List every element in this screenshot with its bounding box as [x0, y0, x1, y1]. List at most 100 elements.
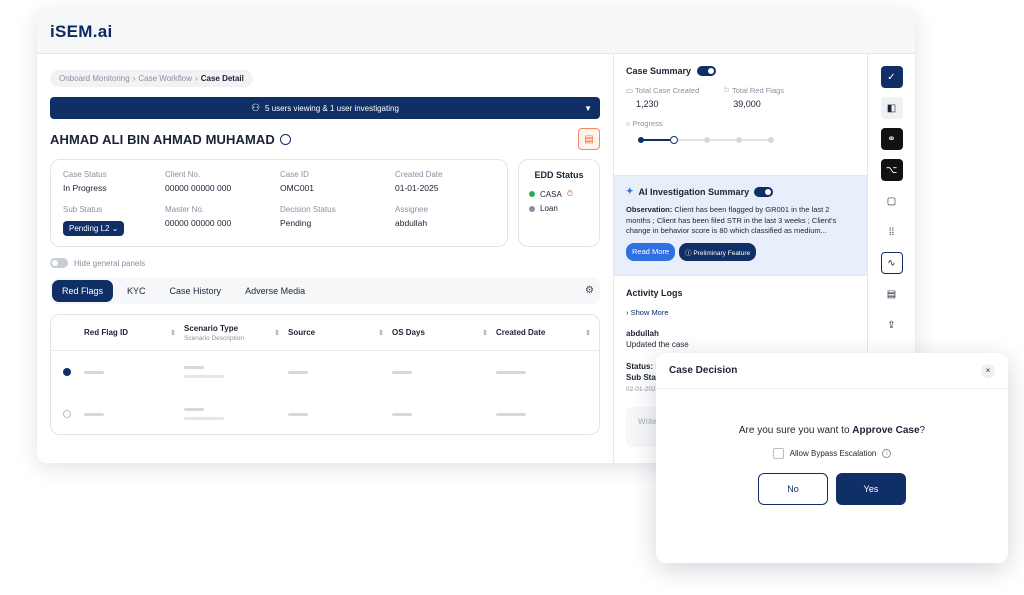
tab-red-flags[interactable]: Red Flags [52, 280, 114, 302]
client-no-field: Client No. 00000 00000 000 [165, 170, 232, 193]
status-dot-icon [529, 191, 535, 197]
top-bar: iSEM.ai [37, 10, 915, 54]
approve-check-icon[interactable]: ✓ [880, 66, 903, 88]
bypass-row: Allow Bypass Escalation i [656, 448, 1008, 459]
cell-placeholder [288, 370, 308, 374]
edd-item-casa: CASA ⏱ [529, 189, 589, 199]
viewers-text: 5 users viewing & 1 user investigating [265, 103, 399, 113]
sort-icon[interactable]: ⇕ [585, 329, 591, 337]
comment-icon[interactable]: ▢ [881, 190, 903, 212]
timer-icon: ⏱ [566, 189, 574, 198]
bypass-label: Allow Bypass Escalation [789, 449, 877, 458]
activity-desc: Updated the case [626, 340, 689, 349]
ai-summary-panel: ✦ AI Investigation Summary Observation: C… [614, 176, 867, 276]
red-flags-table: Red Flag ID ⇕ Scenario Type Scenario Descr… [50, 314, 600, 435]
sort-icon[interactable]: ⇕ [482, 329, 488, 337]
cell-placeholder [184, 408, 288, 420]
modal-question: Are you sure you want to Approve Case? [738, 425, 926, 436]
hide-panels-label: Hide general panels [74, 258, 146, 268]
report-icon: ▤ [584, 133, 594, 145]
bypass-checkbox[interactable] [772, 448, 784, 459]
tab-adverse-media[interactable]: Adverse Media [235, 280, 315, 302]
case-status-field: Case Status In Progress [63, 170, 107, 193]
app-logo: iSEM.ai [50, 21, 113, 41]
sort-icon[interactable]: ⇕ [274, 329, 280, 337]
sparkle-icon: ✦ [626, 186, 634, 196]
progress-stepper [626, 136, 855, 144]
edd-status-card: EDD Status CASA ⏱ Loan [518, 159, 600, 247]
network-icon[interactable]: ⚭ [880, 128, 903, 150]
customer-name: AHMAD ALI BIN AHMAD MUHAMAD [50, 132, 291, 147]
flag-icon: ⚐ [723, 86, 730, 95]
hide-panels-toggle[interactable] [50, 258, 68, 268]
grid-icon[interactable]: ⁞⁞ [881, 221, 903, 243]
cell-placeholder [392, 412, 412, 416]
main-panel: Onboard Monitoring › Case Workflow › Cas… [37, 54, 613, 463]
share-icon[interactable]: ⇪ [881, 314, 903, 336]
modal-title: Case Decision [669, 365, 738, 376]
breadcrumb-item[interactable]: Case Workflow [138, 74, 192, 83]
sub-status-field: Sub Status Pending L2 ⌄ [63, 205, 165, 236]
tab-kyc[interactable]: KYC [117, 280, 156, 302]
case-info-card: Case Status In Progress Client No. 00000 0… [50, 159, 508, 247]
document-icon[interactable]: ◧ [880, 97, 903, 119]
sort-icon[interactable]: ⇕ [378, 329, 384, 337]
row-radio[interactable] [63, 368, 71, 376]
case-summary: Case Summary ▭ Total Case Created 1,230 ⚐… [614, 54, 867, 176]
cell-placeholder [184, 366, 288, 378]
breadcrumb-current: Case Detail [200, 74, 244, 83]
created-date-field: Created Date 01-01-2025 [395, 170, 443, 193]
ai-observation: Observation: Client has been flagged by … [626, 205, 837, 235]
report-icon[interactable]: ▤ [881, 283, 903, 305]
case-decision-modal: Case Decision × Are you sure you want to… [656, 353, 1008, 563]
case-summary-title: Case Summary [626, 66, 692, 76]
table-header: Red Flag ID ⇕ Scenario Type Scenario Descr… [51, 315, 599, 351]
row-radio[interactable] [63, 410, 71, 418]
progress-label: ○ Progress [626, 119, 663, 128]
yes-button[interactable]: Yes [836, 473, 906, 505]
decision-status-field: Decision Status Pending [280, 205, 336, 228]
total-flags-stat: ⚐ Total Red Flags 39,000 [723, 86, 785, 109]
col-red-flag-id[interactable]: Red Flag ID ⇕ [84, 328, 184, 337]
edd-item-loan: Loan [529, 204, 589, 213]
timer-icon [279, 133, 291, 145]
close-icon[interactable]: × [981, 363, 995, 378]
breadcrumb-item[interactable]: Onboard Monitoring [59, 74, 130, 83]
activity-icon[interactable]: ∿ [880, 252, 903, 274]
edd-title: EDD Status [534, 170, 584, 180]
breadcrumb: Onboard Monitoring › Case Workflow › Cas… [50, 70, 253, 87]
master-no-field: Master No. 00000 00000 000 [165, 205, 232, 228]
table-row[interactable] [51, 393, 599, 434]
sub-status-dropdown[interactable]: Pending L2 ⌄ [63, 221, 125, 236]
report-button[interactable]: ▤ [578, 128, 600, 150]
show-more-link[interactable]: › Show More [626, 308, 855, 317]
status-dot-icon [529, 205, 535, 212]
caret-down-icon[interactable]: ▼ [584, 104, 592, 113]
tree-icon[interactable]: ⌥ [880, 159, 903, 181]
read-more-button[interactable]: Read More [626, 242, 676, 261]
folder-icon: ▭ [626, 86, 634, 95]
cell-placeholder [392, 370, 412, 374]
col-created-date[interactable]: Created Date ⇕ [496, 328, 599, 337]
col-scenario-type[interactable]: Scenario Type Scenario Description ⇕ [184, 324, 288, 342]
ai-summary-toggle[interactable] [754, 186, 774, 197]
cell-placeholder [496, 370, 526, 374]
no-button[interactable]: No [758, 473, 828, 505]
users-icon: ⚇ [251, 102, 261, 114]
table-row[interactable] [51, 351, 599, 393]
sort-icon[interactable]: ⇕ [170, 329, 176, 337]
total-case-stat: ▭ Total Case Created 1,230 [626, 86, 700, 109]
col-os-days[interactable]: OS Days ⇕ [392, 328, 496, 337]
activity-title: Activity Logs [626, 288, 683, 298]
col-source[interactable]: Source ⇕ [288, 328, 392, 337]
preliminary-feature-badge: ⓘ Preliminary Feature [679, 242, 757, 261]
case-summary-toggle[interactable] [697, 66, 717, 76]
tab-case-history[interactable]: Case History [160, 280, 232, 302]
cell-placeholder [288, 412, 308, 416]
viewers-bar[interactable]: ⚇ 5 users viewing & 1 user investigating… [50, 97, 600, 119]
hide-panels-row: Hide general panels [50, 258, 600, 268]
progress-icon: ○ [626, 119, 631, 128]
settings-icon[interactable]: ⚙ [585, 285, 594, 296]
info-icon[interactable]: i [882, 449, 892, 458]
tabs-bar: Red Flags KYC Case History Adverse Media… [50, 278, 600, 304]
